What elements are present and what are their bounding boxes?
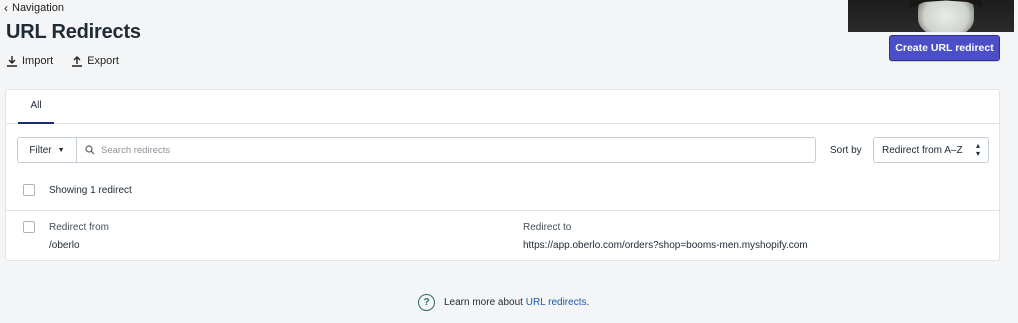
search-icon: [85, 145, 95, 155]
search-field[interactable]: [76, 137, 816, 163]
breadcrumb-navigation[interactable]: ‹ Navigation: [4, 2, 64, 14]
redirects-card: All Filter ▼ Sort by Redirect from A–Z ▴…: [5, 89, 1000, 261]
help-footer: ? Learn more about URL redirects.: [418, 294, 589, 311]
webcam-face: [918, 0, 974, 32]
page-actions: Import Export: [6, 55, 119, 67]
export-label: Export: [87, 55, 119, 67]
tab-all[interactable]: All: [18, 90, 54, 124]
select-all-checkbox[interactable]: [23, 184, 35, 196]
chevron-left-icon: ‹: [4, 1, 8, 15]
search-input[interactable]: [101, 144, 801, 156]
page-title: URL Redirects: [6, 21, 141, 43]
filter-button[interactable]: Filter ▼: [17, 137, 77, 163]
redirect-from-label: Redirect from: [49, 222, 110, 233]
sort-selected-value: Redirect from A–Z: [882, 144, 963, 156]
upload-icon: [72, 56, 83, 67]
import-button[interactable]: Import: [6, 55, 53, 67]
filter-row: Filter ▼ Sort by Redirect from A–Z ▴▾: [17, 137, 989, 163]
tab-bar: All: [6, 90, 999, 124]
redirect-to-label: Redirect to: [523, 222, 572, 233]
breadcrumb-label: Navigation: [12, 2, 64, 14]
filter-label: Filter: [29, 144, 52, 156]
url-redirects-link[interactable]: URL redirects: [526, 297, 587, 308]
help-suffix: .: [586, 297, 590, 308]
export-button[interactable]: Export: [71, 55, 119, 67]
select-arrows-icon: ▴ ▾: [975, 141, 980, 158]
question-circle-icon: ?: [418, 294, 435, 311]
row-checkbox[interactable]: [23, 221, 35, 233]
caret-down-icon: ▼: [57, 146, 65, 154]
download-icon: [7, 56, 17, 67]
showing-count: Showing 1 redirect: [49, 185, 132, 196]
redirect-to-value: https://app.oberlo.com/orders?shop=booms…: [523, 240, 808, 251]
import-label: Import: [22, 55, 54, 67]
redirect-from-value: /oberlo: [49, 240, 80, 251]
help-prefix: Learn more about: [444, 297, 526, 308]
list-divider: [6, 210, 999, 211]
sort-select[interactable]: Redirect from A–Z ▴ ▾: [873, 137, 989, 163]
create-url-redirect-button[interactable]: Create URL redirect: [889, 35, 1000, 61]
sort-label: Sort by: [830, 145, 862, 156]
help-text: Learn more about URL redirects.: [444, 297, 589, 308]
webcam-overlay: [848, 0, 1014, 32]
